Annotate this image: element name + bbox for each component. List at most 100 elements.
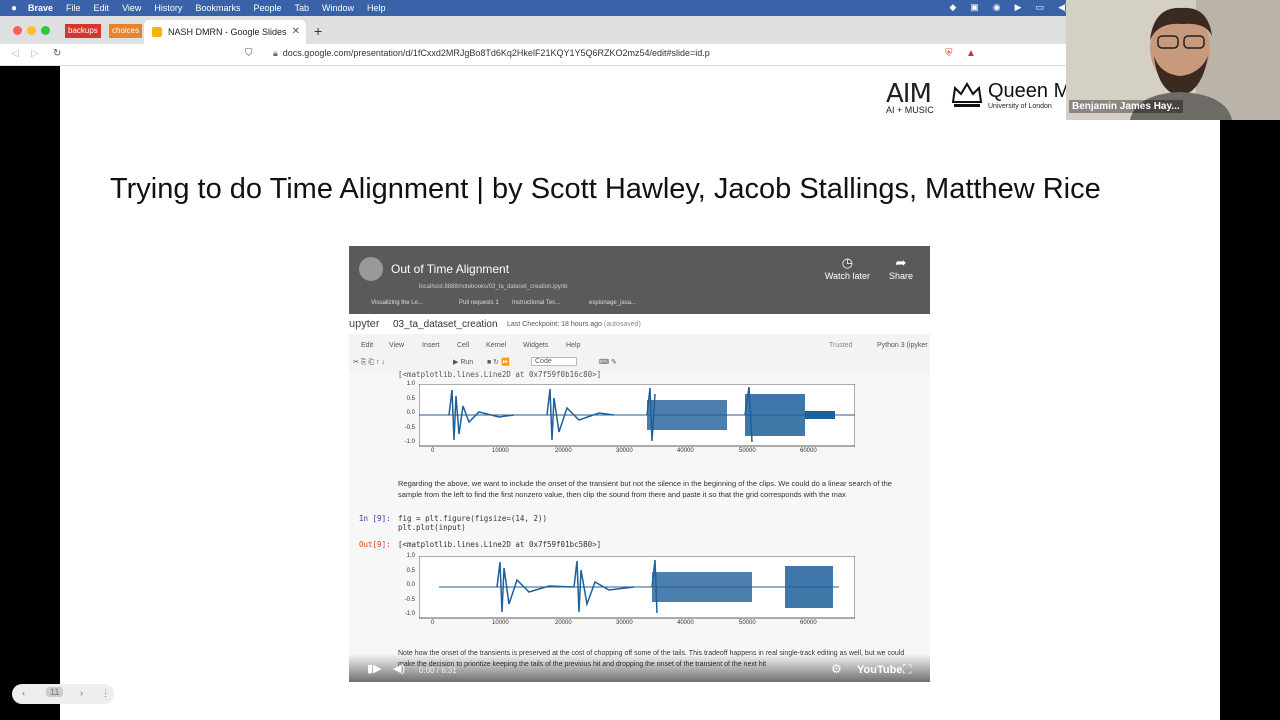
x-tick-label: 30000 (616, 448, 633, 454)
y-tick-label: 0.0 (406, 410, 415, 416)
run-button: ▶ Run (453, 359, 474, 366)
brave-shields-icon[interactable]: ⛨ (945, 48, 953, 59)
menu-people[interactable]: People (253, 3, 281, 13)
checkpoint-text: Last Checkpoint: 18 hours ago (autosaved… (507, 321, 641, 328)
tab-title: NASH DMRN - Google Slides (168, 27, 287, 37)
x-tick-label: 60000 (800, 620, 817, 626)
aim-logo: AIM AI + MUSIC (886, 79, 934, 115)
play-icon[interactable]: ▶ (1015, 2, 1022, 13)
channel-avatar[interactable] (359, 257, 383, 281)
jup-menu-help: Help (566, 342, 581, 349)
share-button[interactable]: ➦ Share (889, 255, 913, 281)
minimize-window-button[interactable] (27, 26, 36, 35)
tab-google-slides[interactable]: NASH DMRN - Google Slides ✕ (144, 20, 306, 44)
slide-navigator: ‹ 11 › ⋮ (12, 684, 114, 704)
top-output: [<matplotlib.lines.Line2D at 0x7f59f0b16… (398, 370, 602, 379)
prev-slide-button[interactable]: ‹ (22, 688, 25, 698)
crown-icon (951, 82, 983, 107)
jup-menu-cell: Cell (457, 342, 470, 349)
next-slide-button[interactable]: › (80, 688, 83, 698)
trusted-badge: Trusted (829, 342, 853, 349)
menu-window[interactable]: Window (322, 3, 354, 13)
youtube-video-embed[interactable]: Out of Time Alignment localhost:8888/not… (349, 246, 930, 682)
x-tick-label: 30000 (616, 620, 633, 626)
status-icons: ◆ ▣ ◉ ▶ ▭ ◀) (949, 2, 1068, 13)
video-bookmark: Pull requests 1 (459, 300, 499, 306)
markdown-cell: Regarding the above, we want to include … (398, 479, 892, 499)
clock-icon: ◷ (841, 255, 854, 270)
tab-group-choices[interactable]: choices (109, 24, 143, 38)
in-prompt: In [9]: (359, 514, 391, 523)
page-number[interactable]: 11 (46, 687, 64, 697)
menu-help[interactable]: Help (367, 3, 386, 13)
url-text: docs.google.com/presentation/d/1fCxxd2MR… (282, 48, 710, 58)
webcam-overlay: Benjamin James Hay... (1066, 0, 1280, 120)
back-button[interactable]: ◁ (11, 48, 19, 59)
video-time: 0:00 / 6:31 (419, 666, 457, 675)
menu-app-brave[interactable]: Brave (28, 3, 53, 13)
out-prompt: Out[9]: (359, 540, 391, 549)
video-addr: localhost:8888/notebooks/03_ta_dataset_c… (419, 284, 568, 290)
settings-gear-icon[interactable]: ⚙ (831, 662, 842, 676)
slides-icon (152, 27, 162, 37)
jupyter-logo: upyter (349, 318, 380, 330)
jup-menu-kernel: Kernel (486, 342, 507, 349)
more-options-icon[interactable]: ⋮ (101, 688, 110, 699)
notebook-body: [<matplotlib.lines.Line2D at 0x7f59f0b16… (349, 370, 930, 682)
keyboard-icon: ⌨ ✎ (599, 359, 617, 366)
youtube-logo[interactable]: YouTube (857, 664, 902, 676)
apple-icon[interactable]: ● (0, 3, 28, 14)
clipboard-icon[interactable]: ▣ (970, 2, 979, 13)
toolbar-buttons-icon: ✂ ⎘ ⎗ ↑ ↓ (353, 359, 385, 366)
tab-group-backups[interactable]: backups (65, 24, 101, 38)
menu-file[interactable]: File (66, 3, 81, 13)
password-icon[interactable]: ◉ (993, 2, 1001, 13)
bookmark-icon[interactable]: ⛉ (245, 48, 253, 59)
jupyter-menubar: Edit View Insert Cell Kernel Widgets Hel… (349, 338, 930, 354)
y-tick-label: 0.0 (406, 582, 415, 588)
x-tick-label: 20000 (555, 620, 572, 626)
maximize-window-button[interactable] (41, 26, 50, 35)
x-tick-label: 60000 (800, 448, 817, 454)
waveform-plot-2 (419, 556, 855, 619)
menu-tab[interactable]: Tab (294, 3, 309, 13)
kernel-controls-icon: ■ ↻ ⏩ (487, 359, 510, 366)
y-tick-label: 1.0 (406, 553, 415, 559)
jupyter-toolbar: ✂ ⎘ ⎗ ↑ ↓ ▶ Run ■ ↻ ⏩ Code ⌨ ✎ (349, 357, 930, 371)
y-tick-label: -1.0 (404, 611, 415, 617)
share-icon: ➦ (895, 255, 907, 270)
new-tab-button[interactable]: + (314, 23, 322, 39)
video-header: Out of Time Alignment localhost:8888/not… (349, 246, 930, 314)
fullscreen-button[interactable]: ⛶ (903, 662, 911, 677)
menu-view[interactable]: View (122, 3, 141, 13)
y-tick-label: -1.0 (404, 439, 415, 445)
y-tick-label: -0.5 (404, 424, 415, 431)
play-pause-button[interactable]: ▮▶ (367, 662, 382, 675)
y-tick-label: 1.0 (406, 381, 415, 387)
reload-button[interactable]: ↻ (53, 48, 61, 59)
y-tick-label: 0.5 (406, 567, 415, 574)
jup-menu-insert: Insert (422, 342, 440, 349)
watch-later-button[interactable]: ◷ Watch later (825, 255, 870, 281)
x-tick-label: 50000 (739, 448, 756, 454)
menu-bookmarks[interactable]: Bookmarks (195, 3, 240, 13)
dropbox-icon[interactable]: ◆ (949, 2, 956, 13)
close-window-button[interactable] (13, 26, 22, 35)
y-tick-label: 0.5 (406, 395, 415, 402)
video-title[interactable]: Out of Time Alignment (391, 262, 509, 276)
jup-menu-widgets: Widgets (523, 342, 549, 349)
address-bar[interactable]: 🔒︎ docs.google.com/presentation/d/1fCxxd2… (273, 48, 710, 59)
forward-button[interactable]: ▷ (31, 48, 39, 59)
brave-rewards-icon[interactable]: ▲ (966, 48, 976, 59)
video-bookmark: espionage_jasa... (589, 300, 637, 306)
volume-button[interactable]: ◀) (393, 662, 405, 675)
close-tab-icon[interactable]: ✕ (292, 26, 300, 37)
menu-history[interactable]: History (154, 3, 182, 13)
jup-menu-view: View (389, 342, 405, 349)
output-text: [<matplotlib.lines.Line2D at 0x7f59f01bc… (398, 540, 602, 549)
x-tick-label: 10000 (492, 448, 509, 454)
menu-edit[interactable]: Edit (94, 3, 110, 13)
video-bookmark: Visualizing the Le... (371, 300, 423, 306)
video-controls: ▮▶ ◀) 0:00 / 6:31 ⚙ YouTube ⛶ (349, 654, 930, 682)
battery-icon[interactable]: ▭ (1036, 2, 1045, 13)
